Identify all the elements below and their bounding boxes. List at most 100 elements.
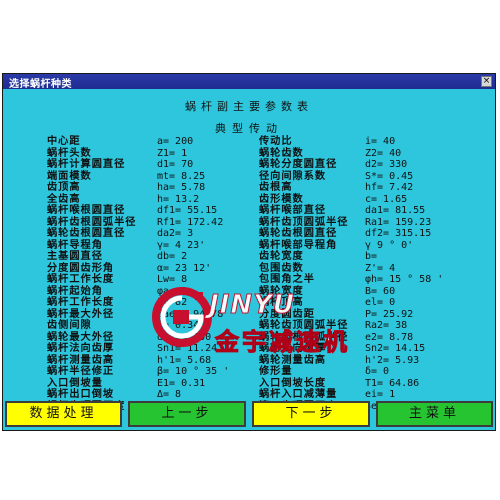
parameter-value: T1= 64.86	[365, 377, 420, 389]
parameter-value: mt= 8.25	[157, 170, 206, 182]
parameter-value: γ= 4 23'	[157, 239, 206, 251]
parameter-label: 蜗轮齿顶圆弧半径	[259, 319, 349, 331]
parameter-value: Δ= 8	[157, 389, 182, 400]
parameter-value: Rf1= 172.42	[157, 216, 224, 228]
parameter-value: h'1= 5.68	[157, 354, 212, 366]
parameter-value: φa= 2	[157, 285, 188, 297]
parameter-value: h'2= 5.93	[365, 354, 420, 366]
left-parameter-list: 中心距 a= 200 蜗杆头数 Z1= 1 蜗杆计算圆直径 d1= 70 端面模数 mt= 8…	[47, 135, 267, 412]
parameter-row: 蜗杆喉根圆直径 df1= 55.15	[47, 204, 267, 217]
parameter-label: 蜗杆喉部直径	[259, 204, 327, 216]
parameter-label: 传动比	[259, 135, 293, 147]
parameter-row: 蜗杆顶高 el= 0	[259, 296, 489, 309]
parameter-value: β= 10 ° 35 '	[157, 366, 230, 377]
parameter-value: α= 23 12'	[157, 262, 212, 274]
parameter-value: Z'= 4	[365, 262, 396, 274]
parameter-value: df1= 55.15	[157, 205, 218, 216]
close-icon: ×	[482, 76, 491, 86]
app-window: 选择蜗杆种类 × 蜗杆副主要参数表 典型传动 中心距 a= 200 蜗杆头数 Z1= …	[2, 73, 496, 431]
parameter-label: 蜗杆出口倒坡	[47, 388, 115, 400]
parameter-row: 蜗杆计算圆直径 d1= 70	[47, 158, 267, 171]
parameter-label: 齿轮宽度	[259, 250, 304, 262]
parameter-row: 齿侧间隙 j= 0.34	[47, 319, 267, 332]
parameter-value: L= 82	[157, 297, 188, 308]
parameter-label: 蜗轮齿根圆直径	[47, 227, 126, 239]
parameter-value: E1= 0.31	[157, 377, 206, 389]
parameter-row: 传动比 i= 40	[259, 135, 489, 148]
parameter-value: db= 2	[157, 251, 188, 262]
parameter-row: 径向间隙系数 S*= 0.45	[259, 170, 489, 183]
parameter-label: 齿根高	[259, 181, 293, 193]
parameter-value: j= 0.34	[157, 320, 200, 331]
parameter-value: Lw= 8	[157, 274, 188, 285]
parameter-label: 包围角之半	[259, 273, 315, 285]
title-bar: 选择蜗杆种类 ×	[3, 74, 495, 90]
parameter-label: 中心距	[47, 135, 81, 147]
parameter-value: b=	[365, 251, 378, 262]
data-processing-button[interactable]: 数据处理	[5, 401, 122, 427]
parameter-value: da1= 81.55	[365, 205, 426, 216]
parameter-row: 中心距 a= 200	[47, 135, 267, 148]
table-title: 蜗杆副主要参数表	[185, 100, 313, 113]
parameter-value: a= 200	[157, 136, 194, 147]
right-parameter-list: 传动比 i= 40 蜗轮齿数 Z2= 40 蜗轮分度圆直径 d2= 330 径向间隙系数 S*…	[259, 135, 489, 412]
parameter-row: 蜗轮测量齿高 h'2= 5.93	[259, 354, 489, 367]
parameter-value: φh= 15 ° 58 '	[365, 274, 444, 285]
parameter-row: 蜗杆喉部直径 da1= 81.55	[259, 204, 489, 217]
parameter-value: Sn1= 11.24	[157, 343, 218, 354]
close-button[interactable]: ×	[481, 76, 492, 87]
parameter-row: 主基圆直径 db= 2	[47, 250, 267, 263]
parameter-row: 蜗杆出口倒坡 Δ= 8	[47, 388, 267, 401]
parameter-row: 蜗轮法向齿厚 Sn2= 14.15	[259, 342, 489, 355]
parameter-value: h= 13.2	[157, 193, 200, 205]
button-bar: 数据处理 上一步 下一步 主菜单	[5, 401, 493, 427]
parameter-label: 蜗杆喉根圆直径	[47, 204, 126, 216]
parameter-label: 主基圆直径	[47, 250, 103, 262]
parameter-row: 蜗轮齿顶圆弧半径 Ra2= 38	[259, 319, 489, 332]
parameter-label: 蜗杆计算圆直径	[47, 158, 126, 170]
table-subtitle: 典型传动	[215, 122, 283, 135]
parameter-value: da2= 3	[157, 228, 194, 239]
parameter-value: Z2= 40	[365, 147, 402, 159]
parameter-row: 蜗杆工作长度 L= 82	[47, 296, 267, 309]
parameter-label: 蜗杆半径修正	[47, 365, 115, 377]
parameter-value: df2= 315.15	[365, 228, 432, 239]
parameter-label: 蜗杆工作长度	[47, 296, 115, 308]
parameter-value: ei= 1	[365, 389, 396, 400]
parameter-value: Ra2= 38	[365, 320, 408, 331]
previous-step-button[interactable]: 上一步	[128, 401, 246, 427]
parameter-row: 齿顶高 ha= 5.78	[47, 181, 267, 194]
parameter-row: 蜗轮齿根圆直径 df2= 315.15	[259, 227, 489, 240]
parameter-row: 修形量 δ= 0	[259, 365, 489, 378]
parameter-label: 蜗轮法向齿厚	[259, 342, 327, 354]
parameter-value: δ= 0	[365, 366, 390, 377]
parameter-label: 蜗轮分度圆直径	[259, 158, 338, 170]
parameter-row: 蜗轮分度圆直径 d2= 330	[259, 158, 489, 171]
parameter-label: 蜗杆顶高	[259, 296, 304, 308]
parameter-value: e2= 8.78	[365, 331, 414, 343]
parameter-value: Sn2= 14.15	[365, 343, 426, 354]
parameter-value: c= 1.65	[365, 193, 408, 205]
parameter-row: 包围角之半 φh= 15 ° 58 '	[259, 273, 489, 286]
parameter-label: 修形量	[259, 365, 293, 377]
parameter-row: 齿根高 hf= 7.42	[259, 181, 489, 194]
parameter-row: 蜗杆半径修正 β= 10 ° 35 '	[47, 365, 267, 378]
parameter-label: 齿顶高	[47, 181, 81, 193]
parameter-label: 蜗轮齿根圆直径	[259, 227, 338, 239]
parameter-value: P= 25.92	[365, 308, 414, 320]
parameter-value: Ra1= 159.23	[365, 216, 432, 228]
parameter-value: dae2= 350	[157, 331, 212, 343]
parameter-value: γ 9 ° 0'	[365, 239, 414, 251]
parameter-value: i= 40	[365, 136, 396, 147]
main-menu-button[interactable]: 主菜单	[376, 401, 493, 427]
next-step-button[interactable]: 下一步	[252, 401, 370, 427]
window-title: 选择蜗杆种类	[9, 79, 72, 90]
parameter-value: B= 60	[365, 285, 396, 297]
parameter-label: 蜗杆法向齿厚	[47, 342, 115, 354]
parameter-label: 蜗杆入口减薄量	[259, 388, 338, 400]
parameter-value: S*= 0.45	[365, 170, 414, 182]
parameter-value: el= 0	[365, 297, 396, 308]
parameter-row: 蜗杆工作长度 Lw= 8	[47, 273, 267, 286]
parameter-value: d1= 70	[157, 159, 194, 170]
parameter-value: Z1= 1	[157, 147, 188, 159]
